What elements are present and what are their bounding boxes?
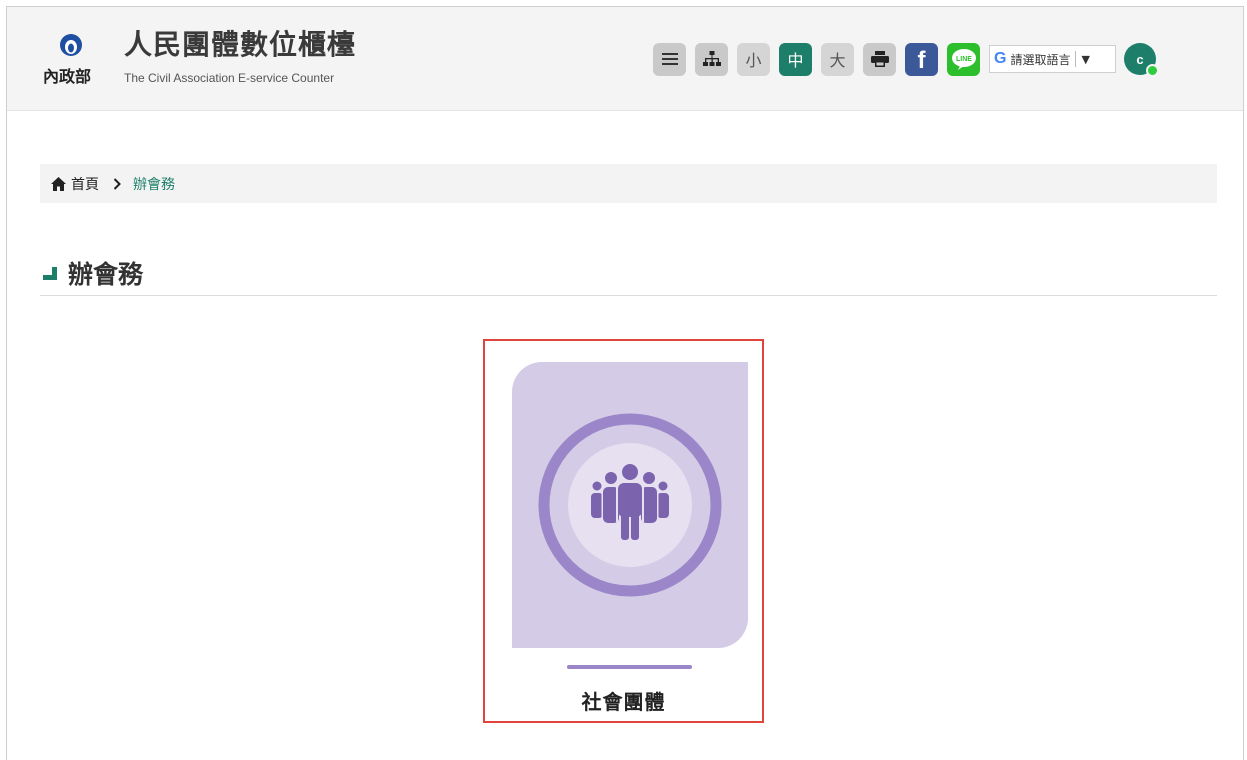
breadcrumb-current[interactable]: 辦會務 bbox=[133, 174, 175, 194]
menu-button[interactable] bbox=[653, 42, 686, 76]
avatar-initial: c bbox=[1136, 51, 1144, 67]
chevron-right-icon bbox=[113, 177, 121, 190]
people-group-icon bbox=[538, 413, 722, 597]
sitemap-button[interactable] bbox=[695, 42, 728, 76]
line-icon: LINE bbox=[951, 49, 976, 70]
site-subtitle: The Civil Association E-service Counter bbox=[124, 71, 335, 85]
page-title: 辦會務 bbox=[68, 260, 144, 289]
heading-bullet-icon bbox=[43, 267, 57, 280]
font-size-medium-button[interactable]: 中 bbox=[779, 42, 812, 76]
dropdown-arrow-icon: ▼ bbox=[1081, 52, 1090, 66]
page-frame: 內政部 人民團體數位櫃檯 The Civil Association E-ser… bbox=[6, 6, 1244, 760]
home-icon[interactable] bbox=[51, 176, 66, 191]
online-status-dot bbox=[1146, 64, 1159, 77]
ministry-logo[interactable]: 內政部 bbox=[43, 25, 113, 85]
hamburger-icon bbox=[661, 53, 678, 65]
line-share-button[interactable]: LINE bbox=[947, 42, 980, 76]
language-label: 請選取語言 bbox=[1010, 52, 1071, 67]
logo-text: 內政部 bbox=[43, 67, 91, 85]
language-divider bbox=[1075, 51, 1077, 67]
google-translate-icon: G bbox=[994, 50, 1007, 67]
print-icon bbox=[870, 51, 889, 67]
social-group-card[interactable]: 社會團體 bbox=[483, 339, 764, 723]
breadcrumb-home-link[interactable]: 首頁 bbox=[71, 174, 99, 194]
header-toolbar: 小 中 大 f LINE G 請選取語言 ▼ c bbox=[653, 42, 1159, 77]
facebook-share-button[interactable]: f bbox=[905, 42, 938, 76]
card-background bbox=[512, 362, 748, 648]
print-button[interactable] bbox=[863, 42, 896, 76]
language-select[interactable]: G 請選取語言 ▼ bbox=[989, 45, 1116, 73]
facebook-icon: f bbox=[917, 47, 926, 74]
svg-text:LINE: LINE bbox=[956, 56, 972, 63]
site-title[interactable]: 人民團體數位櫃檯 bbox=[124, 23, 356, 63]
card-divider bbox=[567, 665, 692, 669]
site-header: 內政部 人民團體數位櫃檯 The Civil Association E-ser… bbox=[7, 7, 1243, 111]
font-size-small-button[interactable]: 小 bbox=[737, 42, 770, 76]
card-label[interactable]: 社會團體 bbox=[485, 686, 762, 715]
breadcrumb: 首頁 辦會務 bbox=[40, 164, 1217, 203]
page-heading: 辦會務 bbox=[40, 251, 1217, 296]
sitemap-icon bbox=[702, 51, 721, 66]
font-size-large-button[interactable]: 大 bbox=[821, 42, 854, 76]
user-avatar[interactable]: c bbox=[1124, 43, 1159, 77]
